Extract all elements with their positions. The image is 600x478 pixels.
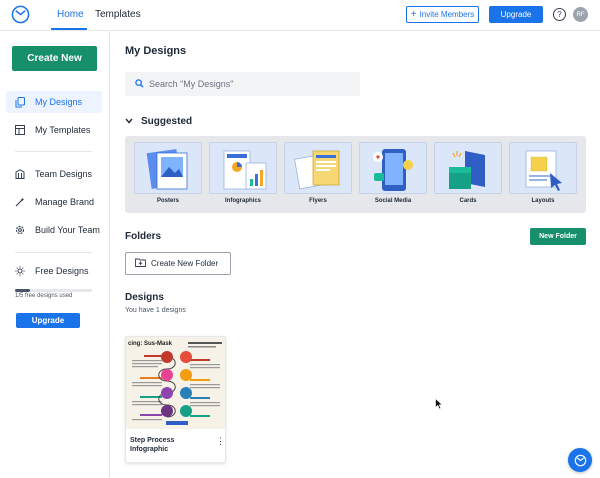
- main-content: My Designs Search "My Designs" Suggested…: [111, 31, 600, 478]
- search-icon: [135, 75, 144, 93]
- suggested-toggle[interactable]: Suggested: [125, 116, 192, 127]
- cards-illustration-icon: [449, 151, 485, 189]
- infographic-preview-icon: [132, 342, 222, 425]
- templates-icon: [15, 125, 33, 135]
- tile-label-posters: Posters: [156, 198, 179, 204]
- create-new-folder-button[interactable]: Create New Folder: [125, 252, 231, 275]
- design-thumbnail[interactable]: cing: Sus-Mask: [126, 337, 225, 429]
- suggested-label: Suggested: [141, 116, 193, 127]
- flyer-illustration-icon: [294, 150, 340, 190]
- tile-label-flyers: Flyers: [309, 198, 327, 204]
- sidebar-divider: [15, 252, 92, 253]
- suggested-tile-flyers[interactable]: [284, 142, 352, 194]
- designs-heading: Designs: [125, 292, 164, 303]
- page-title: My Designs: [125, 45, 187, 57]
- invite-members-label: Invite Members: [419, 10, 475, 19]
- suggested-tile-cards[interactable]: [434, 142, 502, 194]
- upgrade-button-header[interactable]: Upgrade: [489, 6, 543, 23]
- avatar[interactable]: RF: [573, 7, 588, 22]
- magic-wand-icon: [15, 197, 33, 207]
- app-logo-icon[interactable]: [11, 5, 30, 24]
- mouse-cursor-icon: [435, 398, 443, 410]
- help-icon[interactable]: ?: [553, 8, 566, 21]
- folder-plus-icon: [135, 258, 146, 269]
- sidebar-item-label: Team Designs: [35, 169, 93, 179]
- create-new-button[interactable]: Create New: [12, 46, 97, 71]
- sidebar-divider: [15, 151, 92, 152]
- top-bar: Home Templates + Invite Members Upgrade …: [0, 0, 600, 31]
- designs-count: You have 1 designs: [125, 307, 186, 314]
- suggested-tile-posters[interactable]: [134, 142, 202, 194]
- nav-templates-link[interactable]: Templates: [95, 9, 141, 20]
- gear-icon: [15, 225, 33, 235]
- tile-label-infographics: Infographics: [224, 198, 261, 204]
- folders-heading: Folders: [125, 231, 162, 242]
- more-options-icon[interactable]: ⋮: [216, 437, 225, 446]
- invite-members-button[interactable]: + Invite Members: [406, 6, 479, 23]
- help-chat-button[interactable]: [568, 448, 592, 472]
- new-folder-button[interactable]: New Folder: [530, 228, 586, 245]
- sidebar-item-label: Build Your Team: [35, 225, 100, 235]
- upgrade-button-sidebar[interactable]: Upgrade: [16, 313, 80, 328]
- copy-icon: [15, 96, 33, 108]
- sidebar-item-label: My Designs: [35, 97, 83, 107]
- suggested-tile-social-media[interactable]: [359, 142, 427, 194]
- tile-label-layouts: Layouts: [531, 198, 555, 204]
- plus-icon: +: [410, 8, 417, 20]
- search-input[interactable]: Search "My Designs": [149, 79, 233, 89]
- free-designs-used-text: 1/5 free designs used: [15, 293, 73, 299]
- sidebar-item-label: Manage Brand: [35, 197, 95, 207]
- sidebar-item-team-designs[interactable]: Team Designs: [6, 163, 102, 185]
- chevron-down-icon: [125, 116, 133, 127]
- tile-label-social-media: Social Media: [374, 198, 412, 204]
- sidebar-item-build-your-team[interactable]: Build Your Team: [6, 219, 102, 241]
- free-designs-progress: [15, 289, 92, 292]
- sidebar-item-label: Free Designs: [35, 266, 89, 276]
- search-box[interactable]: Search "My Designs": [125, 72, 360, 96]
- social-media-illustration-icon: [373, 149, 413, 191]
- nav-home-link[interactable]: Home: [57, 9, 84, 20]
- app-logo-icon: [574, 454, 586, 466]
- active-tab-indicator: [51, 28, 87, 30]
- sidebar-item-label: My Templates: [35, 125, 91, 135]
- sidebar-item-my-templates[interactable]: My Templates: [6, 119, 102, 141]
- infographic-illustration-icon: [223, 150, 267, 190]
- create-new-folder-label: Create New Folder: [151, 259, 219, 268]
- tile-label-cards: Cards: [459, 198, 477, 204]
- poster-illustration-icon: [146, 149, 188, 190]
- design-card[interactable]: cing: Sus-Mask Step Process Infographic …: [125, 336, 226, 463]
- sun-icon: [15, 266, 33, 276]
- suggested-panel: Posters Infographics Flyers Social Media…: [125, 136, 586, 213]
- sidebar-item-my-designs[interactable]: My Designs: [6, 91, 102, 113]
- sidebar-item-free-designs[interactable]: Free Designs: [6, 260, 102, 282]
- layouts-illustration-icon: [525, 150, 562, 191]
- free-designs-progress-fill: [15, 289, 31, 292]
- suggested-tile-layouts[interactable]: [509, 142, 577, 194]
- suggested-tile-infographics[interactable]: [209, 142, 277, 194]
- design-card-name[interactable]: Step Process Infographic: [130, 436, 210, 454]
- sidebar: Create New My Designs My Templates Team …: [0, 31, 110, 478]
- building-icon: [15, 169, 33, 179]
- sidebar-item-manage-brand[interactable]: Manage Brand: [6, 191, 102, 213]
